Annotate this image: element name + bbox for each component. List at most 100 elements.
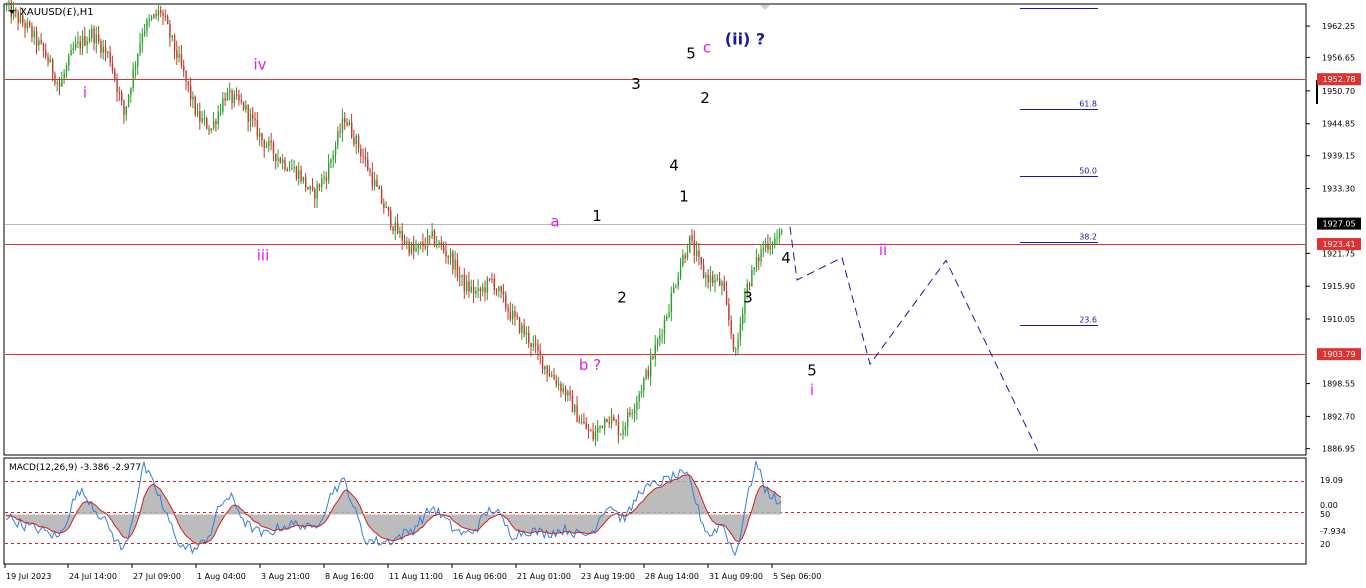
wave-label: ii xyxy=(879,241,887,259)
candle-body xyxy=(233,94,236,103)
candle-body xyxy=(532,343,535,347)
candle-body xyxy=(387,206,390,211)
candle-body xyxy=(730,320,732,335)
candle-body xyxy=(560,383,562,392)
candle-body xyxy=(84,36,86,46)
candle-body xyxy=(367,159,369,171)
candle-body xyxy=(203,118,206,120)
candle-body xyxy=(514,311,516,317)
candle-body xyxy=(509,311,512,320)
candle-body xyxy=(652,356,654,359)
candle-body xyxy=(8,2,10,5)
candle-body xyxy=(604,418,606,428)
candle-body xyxy=(555,379,558,386)
candle-body xyxy=(10,2,12,17)
candle-body xyxy=(735,348,737,350)
candle-body xyxy=(606,418,608,422)
candle-body xyxy=(187,81,190,86)
candle-body xyxy=(40,40,42,44)
time-tick-label: 28 Aug 14:00 xyxy=(645,572,699,581)
time-tick-label: 27 Jul 09:00 xyxy=(133,572,181,581)
candle-body xyxy=(429,235,431,237)
macd-axis-tick: 19.09 xyxy=(1320,476,1343,485)
candle-body xyxy=(164,15,167,17)
candle-body xyxy=(213,121,215,129)
candle-body xyxy=(716,278,719,280)
candle-body xyxy=(201,118,203,122)
candle-body xyxy=(231,90,233,103)
candle-body xyxy=(640,390,643,394)
candle-body xyxy=(739,323,742,340)
candle-body xyxy=(242,101,245,110)
candle-body xyxy=(35,31,38,46)
candle-body xyxy=(477,288,479,291)
candle-body xyxy=(705,274,707,278)
candle-body xyxy=(91,28,93,38)
candle-body xyxy=(443,245,445,252)
time-tick-label: 23 Aug 19:00 xyxy=(581,572,635,581)
candle-body xyxy=(700,257,702,265)
candle-body xyxy=(468,281,470,292)
candle-body xyxy=(564,388,567,396)
candle-body xyxy=(132,69,134,89)
candle-body xyxy=(679,265,682,278)
candle-body xyxy=(146,20,148,32)
candle-body xyxy=(208,128,210,131)
time-tick-label: 21 Aug 01:00 xyxy=(517,572,571,581)
wave-label: iv xyxy=(253,56,266,74)
candle-body xyxy=(479,288,482,292)
price-axis: 1962.25 1956.65 1950.70 1944.85 1939.15 1933.… xyxy=(1306,22,1355,454)
candle-body xyxy=(155,14,157,16)
candle-body xyxy=(643,378,645,391)
fib-level-label: 23.6 xyxy=(1079,316,1097,325)
candle-body xyxy=(75,43,77,48)
candle-body xyxy=(199,111,201,122)
price-tick-label: 1944.85 xyxy=(1322,120,1355,129)
candle-body xyxy=(190,85,192,100)
candle-body xyxy=(328,162,330,181)
candle-body xyxy=(748,283,751,287)
candle-body xyxy=(309,186,311,190)
candle-body xyxy=(426,235,429,248)
candle-body xyxy=(226,92,229,101)
candle-body xyxy=(502,291,505,295)
candle-body xyxy=(673,286,675,294)
candle-body xyxy=(114,70,116,79)
chart-title: XAUUSD(£),H1 xyxy=(20,7,94,18)
candle-body xyxy=(353,137,355,145)
candle-body xyxy=(578,422,581,424)
candle-body xyxy=(712,275,714,283)
candle-body xyxy=(553,375,555,380)
candle-body xyxy=(256,120,259,137)
candle-body xyxy=(229,90,231,93)
fib-level-label: 50.0 xyxy=(1079,167,1097,176)
candle-body xyxy=(702,264,705,278)
chart-canvas[interactable]: 61.850.038.223.6 iiviiiab ?123415 c (ii) ?… xyxy=(0,0,1366,588)
candle-body xyxy=(562,388,564,392)
wave-label: iii xyxy=(257,246,270,264)
candle-body xyxy=(355,135,357,145)
candle-body xyxy=(449,252,452,258)
price-badge-label: 1952.78 xyxy=(1322,75,1355,84)
candle-body xyxy=(240,100,242,102)
candle-body xyxy=(493,278,495,291)
time-tick-label: 19 Jul 2023 xyxy=(6,572,51,581)
candle-body xyxy=(709,275,712,283)
candle-body xyxy=(401,231,403,241)
price-tick-label: 1886.95 xyxy=(1322,445,1355,454)
candle-body xyxy=(666,316,668,320)
candle-body xyxy=(38,40,40,46)
candle-body xyxy=(300,170,302,182)
candle-body xyxy=(279,158,282,163)
candle-body xyxy=(486,278,489,293)
candle-body xyxy=(472,286,475,294)
candle-body xyxy=(362,155,364,157)
candle-body xyxy=(601,425,604,428)
wave-label: c xyxy=(703,39,711,57)
macd-axis-tick: 0.00 xyxy=(1320,501,1338,510)
candle-body xyxy=(26,22,29,29)
candle-body xyxy=(357,135,360,149)
time-tick-label: 24 Jul 14:00 xyxy=(69,572,117,581)
candle-body xyxy=(150,17,153,20)
candle-body xyxy=(693,240,696,256)
